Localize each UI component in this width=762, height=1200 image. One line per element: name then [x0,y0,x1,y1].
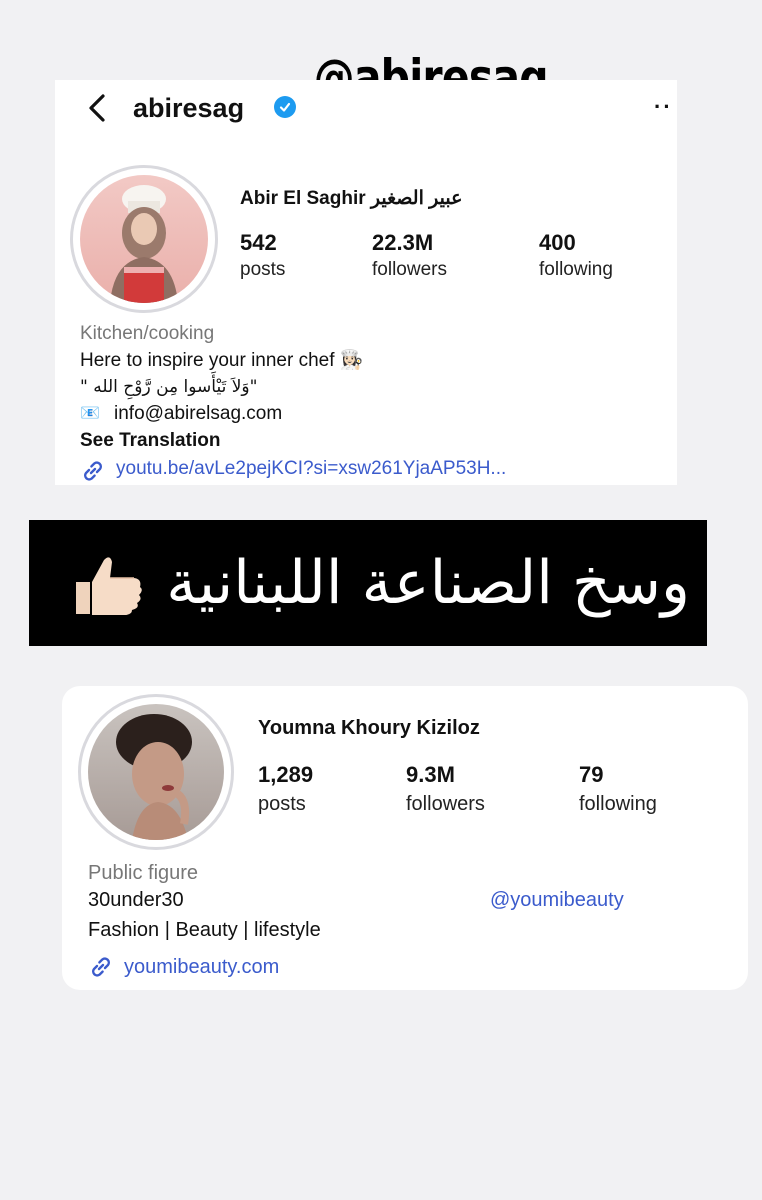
email-icon: 📧 [80,405,100,422]
profile-category: Kitchen/cooking [80,323,215,344]
posts-label: posts [258,793,306,815]
avatar[interactable] [70,165,218,313]
thumbs-up-icon [70,552,144,618]
bio-arabic-quote: "وَلاَ تَيْأَسوا مِن رَّوْحِ الله " [80,377,258,397]
mention-link[interactable]: @youmibeauty [490,887,624,913]
bio-line: Fashion | Beauty | lifestyle [88,919,321,941]
followers-label[interactable]: followers [372,258,447,282]
profile-link[interactable]: youtu.be/avLe2pejKCI?si=xsw261YjaAP53H..… [116,456,506,482]
followers-count[interactable]: 22.3M [372,230,433,256]
followers-count[interactable]: 9.3M [406,762,455,788]
profile-username: abiresag [133,93,245,123]
back-arrow-icon[interactable] [85,88,111,128]
following-count[interactable]: 79 [579,762,603,788]
profile-link[interactable]: youmibeauty.com [124,954,279,980]
following-label[interactable]: following [579,792,657,816]
bio-line: Here to inspire your inner chef 👩🏻‍🍳 [80,350,364,371]
avatar[interactable] [78,694,234,850]
avatar-photo [80,175,208,303]
profile-category: Public figure [88,862,199,884]
profile-full-name: Youmna Khoury Kiziloz [258,717,480,739]
posts-label: posts [240,259,286,280]
followers-label[interactable]: followers [406,792,485,816]
banner-text: وسخ الصناعة اللبنانية [166,548,690,618]
link-icon [88,954,114,980]
verified-badge-icon [274,96,296,118]
link-icon [80,458,106,484]
avatar-photo [88,704,224,840]
more-options-icon[interactable]: ·· [654,96,673,118]
posts-count: 1,289 [258,762,314,787]
posts-count: 542 [240,230,277,255]
profile-full-name: Abir El Saghir عبير الصغير [240,188,463,209]
bio-line: 30under30 [88,889,184,911]
following-count[interactable]: 400 [539,230,576,256]
see-translation-button[interactable]: See Translation [80,428,220,454]
following-label[interactable]: following [539,258,613,282]
bio-email[interactable]: info@abirelsag.com [114,401,282,427]
